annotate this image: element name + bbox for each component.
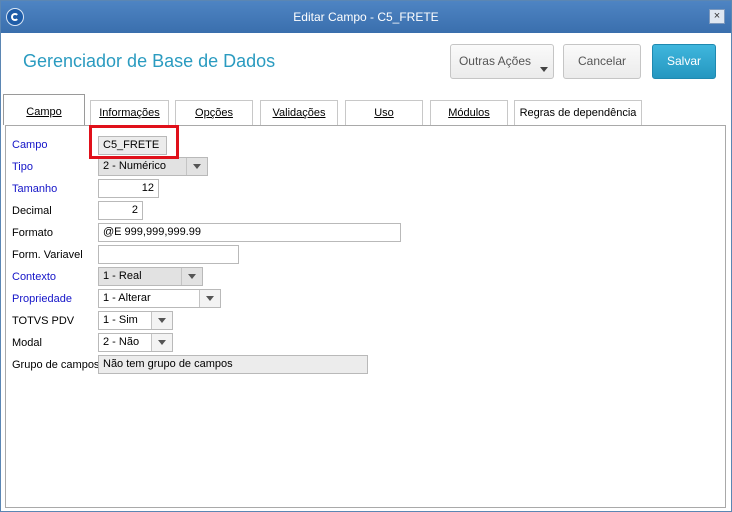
grupo-campos-field: Não tem grupo de campos <box>98 355 368 374</box>
chevron-down-icon <box>181 268 202 285</box>
contexto-select[interactable]: 1 - Real <box>98 267 203 286</box>
more-actions-button[interactable]: Outras Ações <box>450 44 554 79</box>
caret-down-icon <box>540 67 548 72</box>
tipo-value: 2 - Numérico <box>103 160 166 172</box>
propriedade-select[interactable]: 1 - Alterar <box>98 289 221 308</box>
grupo-campos-label: Grupo de campos <box>12 359 100 371</box>
tab-validacoes[interactable]: Validações <box>260 100 338 125</box>
tab-label: Regras de dependência <box>519 107 637 119</box>
chevron-down-icon <box>151 312 172 329</box>
form-variavel-field[interactable] <box>98 245 239 264</box>
contexto-label: Contexto <box>12 271 57 283</box>
tipo-select[interactable]: 2 - Numérico <box>98 157 208 176</box>
title-bar: Editar Campo - C5_FRETE × <box>1 1 731 33</box>
cancel-button[interactable]: Cancelar <box>563 44 641 79</box>
tab-regras-dependencia[interactable]: Regras de dependência <box>514 100 642 125</box>
form-variavel-label: Form. Variavel <box>12 249 83 261</box>
tab-campo[interactable]: Campo <box>3 94 85 125</box>
totvs-pdv-value: 1 - Sim <box>103 314 138 326</box>
totvs-pdv-select[interactable]: 1 - Sim <box>98 311 173 330</box>
chevron-down-icon <box>186 158 207 175</box>
formato-field[interactable]: @E 999,999,999.99 <box>98 223 401 242</box>
tab-label: Validações <box>272 107 326 119</box>
app-title: Gerenciador de Base de Dados <box>23 51 276 71</box>
decimal-field[interactable]: 2 <box>98 201 143 220</box>
form-panel: Campo C5_FRETE Tipo 2 - Numérico Tamanho… <box>5 125 726 508</box>
tab-bar: Campo Informações Opções Validações Uso … <box>1 93 731 125</box>
tab-label: Campo <box>26 106 62 118</box>
dialog-window: Editar Campo - C5_FRETE × Gerenciador de… <box>0 0 732 512</box>
tab-label: Opções <box>195 107 233 119</box>
tab-label: Módulos <box>448 107 490 119</box>
tamanho-field[interactable]: 12 <box>98 179 159 198</box>
tab-label: Uso <box>374 107 394 119</box>
tipo-label: Tipo <box>12 161 33 173</box>
propriedade-label: Propriedade <box>12 293 72 305</box>
highlight-box <box>89 125 179 159</box>
tab-informacoes[interactable]: Informações <box>90 100 169 125</box>
campo-label: Campo <box>12 139 48 151</box>
modal-value: 2 - Não <box>103 336 140 348</box>
tamanho-label: Tamanho <box>12 183 58 195</box>
tab-opcoes[interactable]: Opções <box>175 100 253 125</box>
formato-label: Formato <box>12 227 53 239</box>
save-button[interactable]: Salvar <box>652 44 716 79</box>
modal-label: Modal <box>12 337 42 349</box>
chevron-down-icon <box>199 290 220 307</box>
totvs-pdv-label: TOTVS PDV <box>12 315 75 327</box>
tab-uso[interactable]: Uso <box>345 100 423 125</box>
contexto-value: 1 - Real <box>103 270 142 282</box>
more-actions-label: Outras Ações <box>458 54 532 68</box>
tab-label: Informações <box>99 107 160 119</box>
window-title: Editar Campo - C5_FRETE <box>293 10 439 24</box>
chevron-down-icon <box>151 334 172 351</box>
close-button[interactable]: × <box>709 9 725 24</box>
propriedade-value: 1 - Alterar <box>103 292 151 304</box>
header: Gerenciador de Base de Dados Outras Açõe… <box>1 33 731 93</box>
modal-select[interactable]: 2 - Não <box>98 333 173 352</box>
decimal-label: Decimal <box>12 205 52 217</box>
tab-modulos[interactable]: Módulos <box>430 100 508 125</box>
